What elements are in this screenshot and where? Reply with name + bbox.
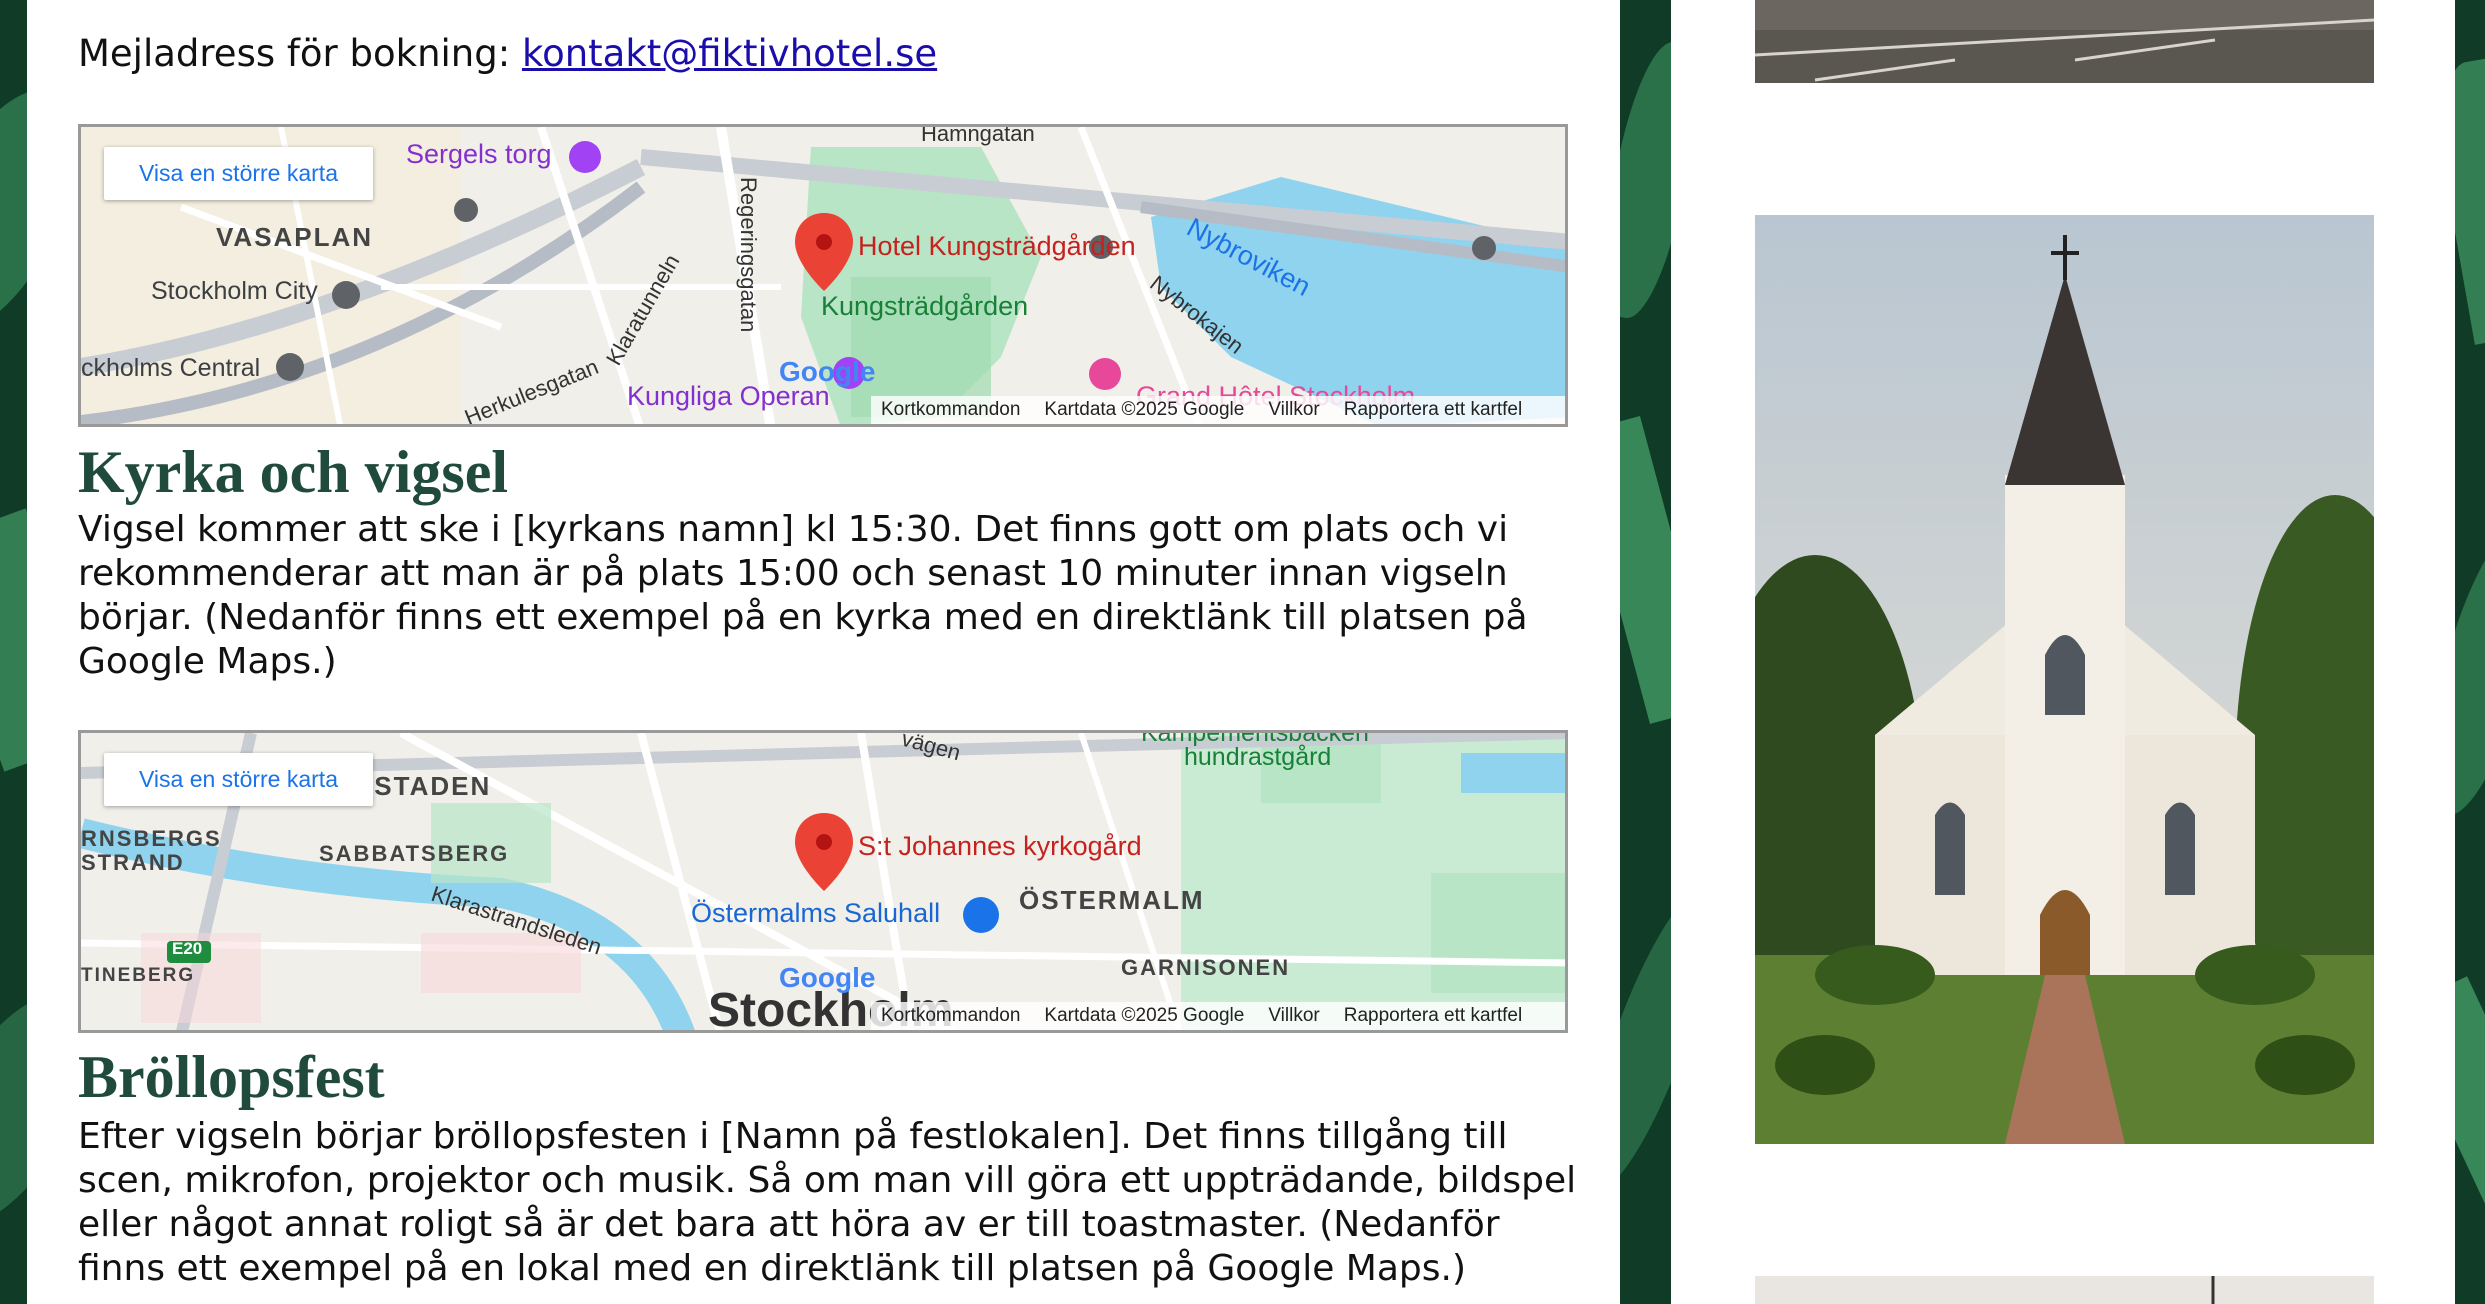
map-label-stockholm-city: Stockholm City xyxy=(151,277,318,305)
map-label-tineberg: TINEBERG xyxy=(81,965,196,986)
report-error-link[interactable]: Rapportera ett kartfel xyxy=(1344,399,1522,421)
booking-email-link[interactable]: kontakt@fiktivhotel.se xyxy=(522,32,937,75)
party-text: Efter vigseln börjar bröllopsfesten i [N… xyxy=(78,1116,1577,1289)
map-footer: Kortkommandon Kartdata ©2025 Google Vill… xyxy=(871,1002,1565,1030)
map-label-strand: STRAND xyxy=(81,850,185,875)
map-label-vasaplan: VASAPLAN xyxy=(216,222,374,252)
report-error-link[interactable]: Rapportera ett kartfel xyxy=(1344,1005,1522,1027)
map-data-text: Kartdata ©2025 Google xyxy=(1044,399,1245,420)
church-map[interactable]: VASASTADEN SABBATSBERG RNSBERGS STRAND T… xyxy=(78,730,1568,1033)
larger-map-button[interactable]: Visa en större karta xyxy=(104,753,373,806)
map-label-garnisonen: GARNISONEN xyxy=(1121,955,1291,980)
church-heading: Kyrka och vigsel xyxy=(78,439,508,505)
church-text: Vigsel kommer att ske i [kyrkans namn] k… xyxy=(78,509,1528,682)
keyboard-shortcuts-link[interactable]: Kortkommandon xyxy=(881,1005,1020,1027)
road-photo xyxy=(1755,0,2374,83)
google-logo: Google xyxy=(779,962,876,993)
map-footer: Kortkommandon Kartdata ©2025 Google Vill… xyxy=(871,396,1565,424)
booking-line: Mejladress för bokning: kontakt@fiktivho… xyxy=(78,32,1568,75)
map-label-ostermalm: ÖSTERMALM xyxy=(1019,885,1205,915)
larger-map-button[interactable]: Visa en större karta xyxy=(104,147,373,200)
map-label-central: ckholms Central xyxy=(81,354,261,382)
venue-photo xyxy=(1755,1276,2374,1304)
map-label-sergels: Sergels torg xyxy=(406,139,552,169)
map-marker-label: S:t Johannes kyrkogård xyxy=(858,831,1142,861)
booking-label: Mejladress för bokning: xyxy=(78,32,511,75)
google-logo: Google xyxy=(779,356,876,387)
map-marker-label: Hotel Kungsträdgården xyxy=(858,231,1136,261)
map-data-text: Kartdata ©2025 Google xyxy=(1044,1005,1245,1026)
map-label-sabbatsberg: SABBATSBERG xyxy=(319,841,510,866)
church-photo xyxy=(1755,215,2374,1144)
terms-link[interactable]: Villkor xyxy=(1268,399,1319,421)
map-label-saluhall: Östermalms Saluhall xyxy=(691,898,941,928)
map-label-rnsbergs: RNSBERGS xyxy=(81,826,222,851)
map-label-kungstradgarden: Kungsträdgården xyxy=(821,291,1029,321)
map-label-hamngatan: Hamngatan xyxy=(921,124,1035,146)
map-label-kampement: Kampementsbacken xyxy=(1141,730,1369,747)
terms-link[interactable]: Villkor xyxy=(1268,1005,1319,1027)
map-label-regeringsgatan: Regeringsgatan xyxy=(736,177,761,333)
keyboard-shortcuts-link[interactable]: Kortkommandon xyxy=(881,399,1020,421)
party-heading: Bröllopsfest xyxy=(78,1044,385,1110)
hotel-map[interactable]: Sergels torg VASAPLAN Stockholm City ckh… xyxy=(78,124,1568,427)
map-label-e20: E20 xyxy=(172,939,203,958)
